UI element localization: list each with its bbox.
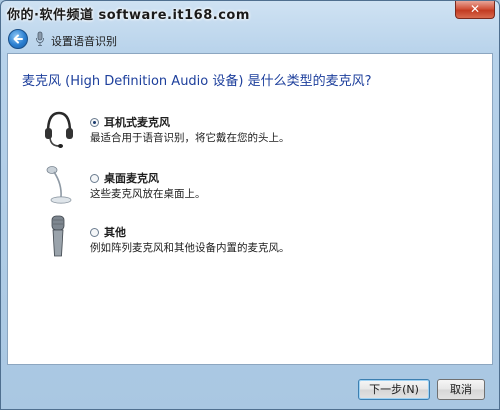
content-panel: 麦克风 (High Definition Audio 设备) 是什么类型的麦克风… [7,53,493,365]
title-bar: 你的·软件频道 software.it168.com ✕ [1,1,499,25]
cancel-button[interactable]: 取消 [437,379,485,400]
option-desc-desktop: 这些麦克风放在桌面上。 [90,188,206,200]
handheld-microphone-icon [51,215,65,257]
next-button[interactable]: 下一步(N) [358,379,430,400]
headset-microphone-icon [45,111,73,148]
desktop-microphone-icon [46,166,72,204]
radio-desktop[interactable] [90,174,99,183]
page-question: 麦克风 (High Definition Audio 设备) 是什么类型的麦克风… [22,74,372,89]
watermark-text: 你的·软件频道 software.it168.com [7,8,250,23]
option-other[interactable]: 其他 例如阵列麦克风和其他设备内置的麦克风。 [8,214,492,260]
button-bar: 下一步(N) 取消 [1,365,499,409]
speech-setup-window: 你的·软件频道 software.it168.com ✕ 设置语音识别 麦克风 … [0,0,500,410]
option-headset[interactable]: 耳机式麦克风 最适合用于语音识别，将它戴在您的头上。 [8,108,492,154]
option-desc-headset: 最适合用于语音识别，将它戴在您的头上。 [90,132,290,144]
radio-headset[interactable] [90,118,99,127]
microphone-icon [36,31,44,46]
navigation-bar: 设置语音识别 [1,25,499,53]
option-label-headset: 耳机式麦克风 [104,116,170,129]
close-icon: ✕ [469,2,481,16]
wizard-title: 设置语音识别 [51,35,117,48]
option-desktop[interactable]: 桌面麦克风 这些麦克风放在桌面上。 [8,164,492,210]
option-desc-other: 例如阵列麦克风和其他设备内置的麦克风。 [90,242,290,254]
back-arrow-icon [13,34,23,44]
close-button[interactable]: ✕ [455,1,495,19]
back-button[interactable] [8,29,28,49]
radio-other[interactable] [90,228,99,237]
option-label-other: 其他 [104,226,126,239]
option-label-desktop: 桌面麦克风 [104,172,159,185]
